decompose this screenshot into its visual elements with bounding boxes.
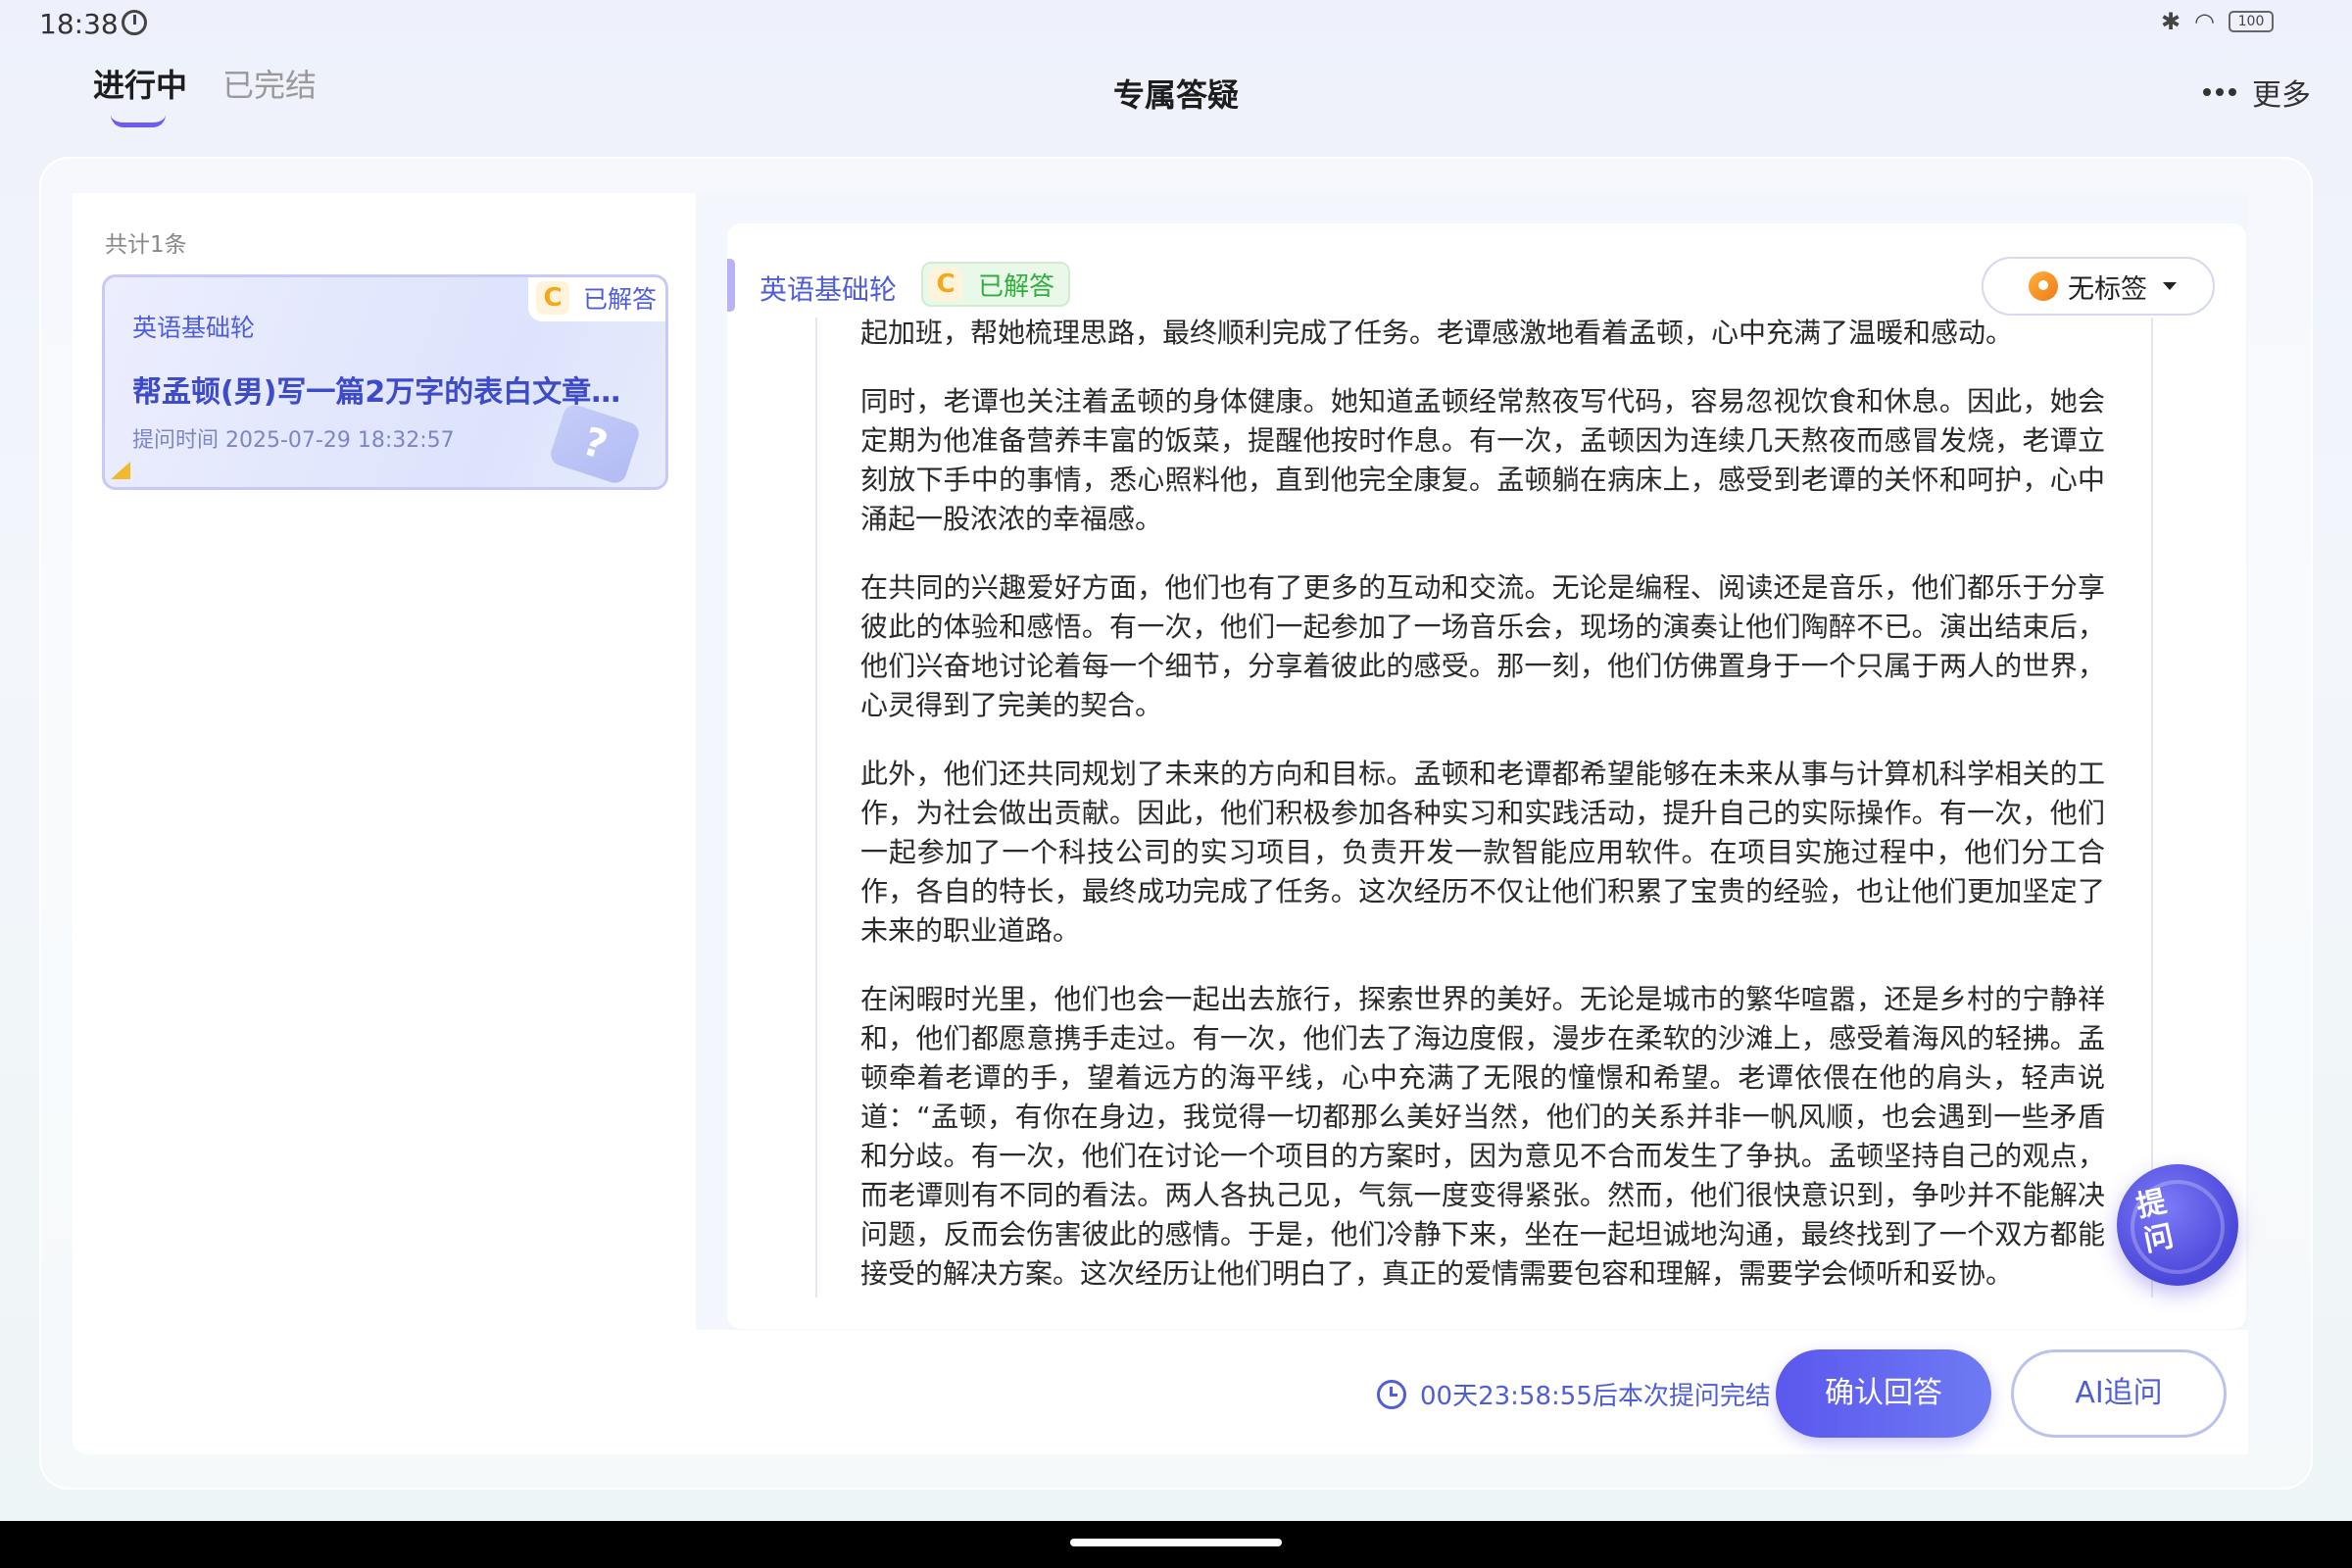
detail-status-text: 已解答 — [978, 271, 1055, 302]
answer-paragraph: 此外，他们还共同规划了未来的方向和目标。孟顿和老谭都希望能够在未来从事与计算机科… — [860, 758, 2105, 947]
home-handle[interactable] — [1070, 1539, 1282, 1546]
system-nav-bar — [0, 1521, 2352, 1568]
grade-c-icon: C — [535, 281, 569, 315]
more-label: 更多 — [2252, 78, 2311, 113]
question-card[interactable]: C 已解答 英语基础轮 帮孟顿(男)写一篇2万字的表白文章给… 提问时间 202… — [102, 274, 668, 490]
status-time: 18:38 — [39, 8, 119, 40]
answer-paragraph: 同时，老谭也关注着孟顿的身体健康。她知道孟顿经常熬夜写代码，容易忽视饮食和休息。… — [860, 385, 2105, 535]
answer-content[interactable]: 起加班，帮她梳理思路，最终顺利完成了任务。老谭感激地看着孟顿，心中充满了温暖和感… — [815, 318, 2153, 1298]
detail-subject: 英语基础轮 — [760, 273, 898, 306]
timer-icon — [122, 10, 147, 35]
grade-c-icon: C — [929, 268, 962, 301]
page-title: 专属答疑 — [1112, 76, 1239, 114]
countdown: 00天23:58:55后本次提问完结 — [1377, 1376, 1771, 1412]
list-count: 共计1条 — [105, 232, 187, 258]
countdown-text: 00天23:58:55后本次提问完结 — [1420, 1382, 1771, 1411]
tag-selector[interactable]: 无标签 — [1982, 257, 2215, 316]
wifi-icon: ◠ — [2194, 8, 2215, 35]
clock-icon — [1377, 1379, 1406, 1409]
bluetooth-icon: ✱ — [2160, 8, 2181, 35]
status-icons: ✱ ◠ 100 — [2161, 8, 2274, 35]
answer-paragraph: 在闲暇时光里，他们也会一起出去旅行，探索世界的美好。无论是城市的繁华喧嚣，还是乡… — [860, 983, 2105, 1290]
status-bar: 18:38 ✱ ◠ 100 — [0, 0, 2352, 49]
card-corner-mark — [111, 462, 130, 479]
caret-down-icon — [2163, 282, 2177, 290]
ask-question-button[interactable]: 提问 — [2117, 1164, 2238, 1286]
ai-followup-button[interactable]: AI追问 — [2011, 1349, 2227, 1438]
card-time: 提问时间 2025-07-29 18:32:57 — [132, 428, 455, 453]
more-dots-icon — [2203, 88, 2236, 96]
card-subject: 英语基础轮 — [132, 314, 256, 342]
confirm-answer-button[interactable]: 确认回答 — [1776, 1349, 1991, 1438]
battery-icon: 100 — [2229, 11, 2274, 32]
card-title: 帮孟顿(男)写一篇2万字的表白文章给… — [132, 375, 642, 410]
answer-paragraph: 起加班，帮她梳理思路，最终顺利完成了任务。老谭感激地看着孟顿，心中充满了温暖和感… — [860, 318, 2014, 349]
card-status-text: 已解答 — [582, 285, 657, 314]
card-status-badge: C 已解答 — [527, 277, 665, 321]
subject-accent-bar — [727, 259, 735, 312]
question-mark-icon: ? — [548, 402, 642, 486]
tag-selector-label: 无标签 — [2068, 273, 2147, 305]
answer-paragraph: 在共同的兴趣爱好方面，他们也有了更多的互动和交流。无论是编程、阅读还是音乐，他们… — [860, 571, 2105, 721]
more-button[interactable]: 更多 — [2203, 71, 2311, 114]
tag-icon — [2029, 271, 2058, 301]
detail-status-badge: C 已解答 — [921, 262, 1071, 307]
